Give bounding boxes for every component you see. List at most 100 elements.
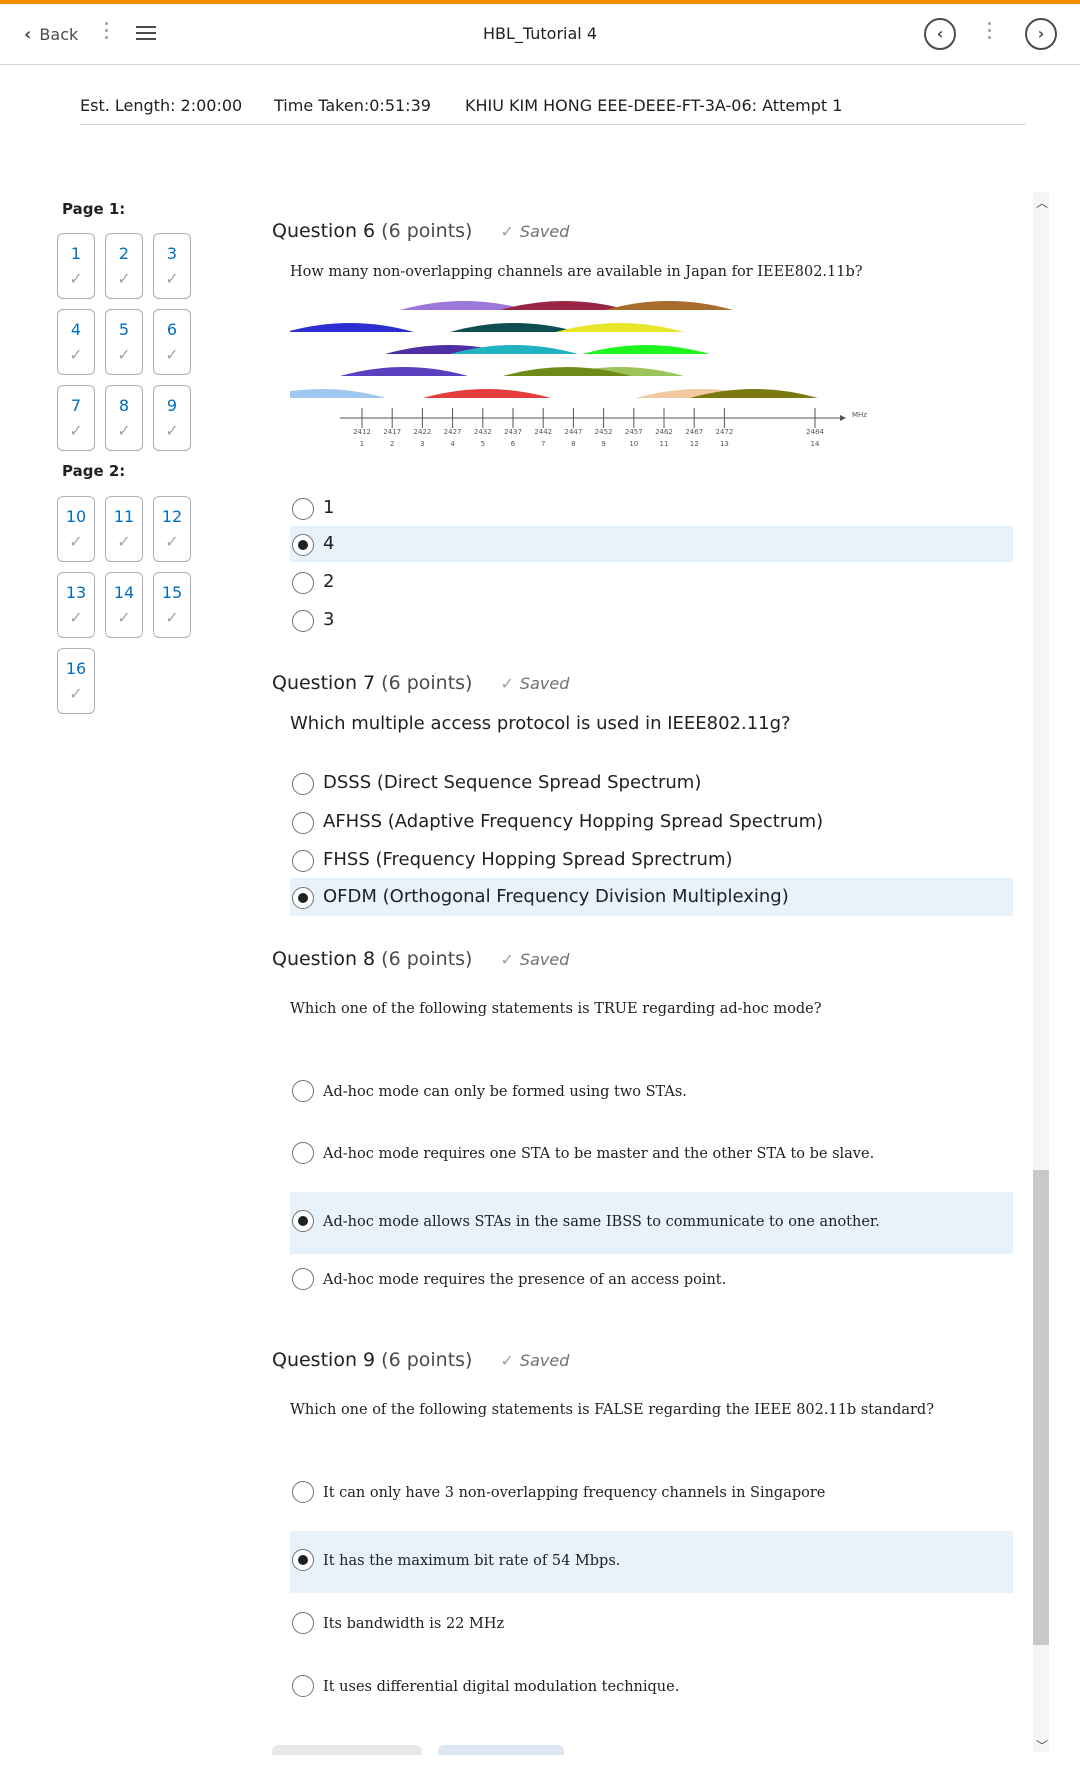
radio-button[interactable] [292, 1142, 314, 1164]
radio-button[interactable] [292, 610, 314, 632]
radio-button[interactable] [292, 572, 314, 594]
answer-option[interactable]: Ad-hoc mode requires the presence of an … [290, 1250, 1013, 1312]
channel-tick-label: 2 [390, 440, 394, 448]
channel-tick-label: 6 [511, 440, 516, 448]
radio-button[interactable] [292, 1268, 314, 1290]
answer-option[interactable]: It has the maximum bit rate of 54 Mbps. [290, 1531, 1013, 1593]
frequency-tick-label: 2432 [474, 428, 492, 436]
quiz-info-bar: Est. Length: 2:00:00 Time Taken:0:51:39 … [80, 90, 1026, 125]
question-nav-item[interactable]: 7 ✓ [57, 385, 95, 451]
answer-option[interactable]: Ad-hoc mode requires one STA to be maste… [290, 1124, 1013, 1186]
channel-tick-label: 13 [720, 440, 729, 448]
channel-band [500, 301, 628, 310]
question-points: (6 points) [381, 1349, 473, 1371]
question-nav-item[interactable]: 1 ✓ [57, 233, 95, 299]
question-7-text: Which multiple access protocol is used i… [290, 713, 791, 734]
answer-option[interactable]: 2 [290, 564, 1013, 600]
radio-button[interactable] [292, 1080, 314, 1102]
answer-option[interactable]: Ad-hoc mode allows STAs in the same IBSS… [290, 1192, 1013, 1254]
answer-option-label: OFDM (Orthogonal Frequency Division Mult… [323, 886, 789, 907]
question-nav-item[interactable]: 10 ✓ [57, 496, 95, 562]
question-nav-item[interactable]: 14 ✓ [105, 572, 143, 638]
question-nav-item[interactable]: 12 ✓ [153, 496, 191, 562]
frequency-tick-label: 2412 [353, 428, 371, 436]
question-title: Question 8 [272, 948, 376, 970]
answer-option-label: FHSS (Frequency Hopping Spread Sprectrum… [323, 849, 733, 870]
radio-button[interactable] [292, 773, 314, 795]
check-icon: ✓ [500, 950, 514, 969]
answer-option[interactable]: 3 [290, 602, 1013, 638]
channel-band [556, 323, 684, 332]
radio-button[interactable] [292, 1210, 314, 1232]
question-nav-item[interactable]: 9 ✓ [153, 385, 191, 451]
previous-button[interactable]: ‹ [924, 18, 956, 50]
check-icon: ✓ [500, 1351, 514, 1370]
question-nav-item[interactable]: 6 ✓ [153, 309, 191, 375]
page-title: HBL_Tutorial 4 [482, 24, 597, 43]
answer-option[interactable]: It can only have 3 non-overlapping frequ… [290, 1463, 1013, 1525]
question-nav-item[interactable]: 16 ✓ [57, 648, 95, 714]
question-6-text: How many non-overlapping channels are av… [290, 264, 863, 280]
channel-band [582, 345, 710, 354]
answer-option-label: It can only have 3 non-overlapping frequ… [323, 1485, 826, 1501]
question-nav-item[interactable]: 2 ✓ [105, 233, 143, 299]
channel-band [340, 367, 468, 376]
radio-button[interactable] [292, 498, 314, 520]
question-nav-item[interactable]: 4 ✓ [57, 309, 95, 375]
answer-option[interactable]: Ad-hoc mode can only be formed using two… [290, 1062, 1013, 1124]
radio-button[interactable] [292, 1612, 314, 1634]
frequency-tick-label: 2447 [564, 428, 582, 436]
saved-status: ✓ Saved [500, 674, 570, 693]
bottom-button[interactable] [438, 1745, 564, 1755]
scroll-up-icon[interactable]: ︿ [1036, 194, 1048, 211]
answer-option[interactable]: OFDM (Orthogonal Frequency Division Mult… [290, 878, 1013, 916]
radio-button[interactable] [292, 1481, 314, 1503]
check-icon: ✓ [165, 345, 179, 364]
answer-option-label: DSSS (Direct Sequence Spread Spectrum) [323, 772, 702, 793]
bottom-button[interactable] [272, 1745, 422, 1755]
frequency-tick-label: 2442 [534, 428, 552, 436]
answer-option-label: 4 [323, 533, 335, 554]
check-icon: ✓ [165, 532, 179, 551]
answer-option[interactable]: FHSS (Frequency Hopping Spread Sprectrum… [290, 841, 1013, 879]
answer-option[interactable]: 1 [290, 490, 1013, 526]
radio-button[interactable] [292, 850, 314, 872]
page-2-label: Page 2: [62, 462, 126, 480]
radio-button[interactable] [292, 812, 314, 834]
question-nav-item[interactable]: 13 ✓ [57, 572, 95, 638]
question-points: (6 points) [381, 948, 473, 970]
question-nav-item[interactable]: 3 ✓ [153, 233, 191, 299]
answer-option-label: Ad-hoc mode can only be formed using two… [323, 1084, 687, 1100]
radio-button[interactable] [292, 887, 314, 909]
frequency-tick-label: 2437 [504, 428, 522, 436]
answer-option-label: Its bandwidth is 22 MHz [323, 1616, 505, 1632]
answer-option-label: 1 [323, 497, 335, 518]
question-nav-item[interactable]: 11 ✓ [105, 496, 143, 562]
scroll-down-icon[interactable]: ﹀ [1036, 1737, 1048, 1754]
answer-option[interactable]: 4 [290, 526, 1013, 562]
answer-option-label: 2 [323, 571, 335, 592]
question-nav-item[interactable]: 15 ✓ [153, 572, 191, 638]
question-nav-item[interactable]: 5 ✓ [105, 309, 143, 375]
question-title: Question 6 [272, 220, 376, 242]
radio-button[interactable] [292, 1549, 314, 1571]
question-9-text: Which one of the following statements is… [290, 1402, 934, 1418]
answer-option[interactable]: DSSS (Direct Sequence Spread Spectrum) [290, 764, 1013, 802]
radio-button[interactable] [292, 534, 314, 556]
channel-tick-label: 4 [450, 440, 455, 448]
answer-option[interactable]: Its bandwidth is 22 MHz [290, 1594, 1013, 1656]
question-nav-item[interactable]: 8 ✓ [105, 385, 143, 451]
radio-button[interactable] [292, 1675, 314, 1697]
channel-band [450, 323, 578, 332]
scrollbar-thumb[interactable] [1033, 1170, 1049, 1645]
answer-option[interactable]: AFHSS (Adaptive Frequency Hopping Spread… [290, 803, 1013, 841]
question-title: Question 7 [272, 672, 376, 694]
time-taken: Time Taken:0:51:39 [274, 96, 431, 115]
next-button[interactable]: › [1025, 18, 1057, 50]
answer-option-label: It uses differential digital modulation … [323, 1679, 680, 1695]
channel-tick-label: 11 [660, 440, 669, 448]
question-points: (6 points) [381, 220, 473, 242]
answer-option[interactable]: It uses differential digital modulation … [290, 1657, 1013, 1719]
frequency-tick-label: 2457 [625, 428, 643, 436]
check-icon: ✓ [69, 421, 83, 440]
